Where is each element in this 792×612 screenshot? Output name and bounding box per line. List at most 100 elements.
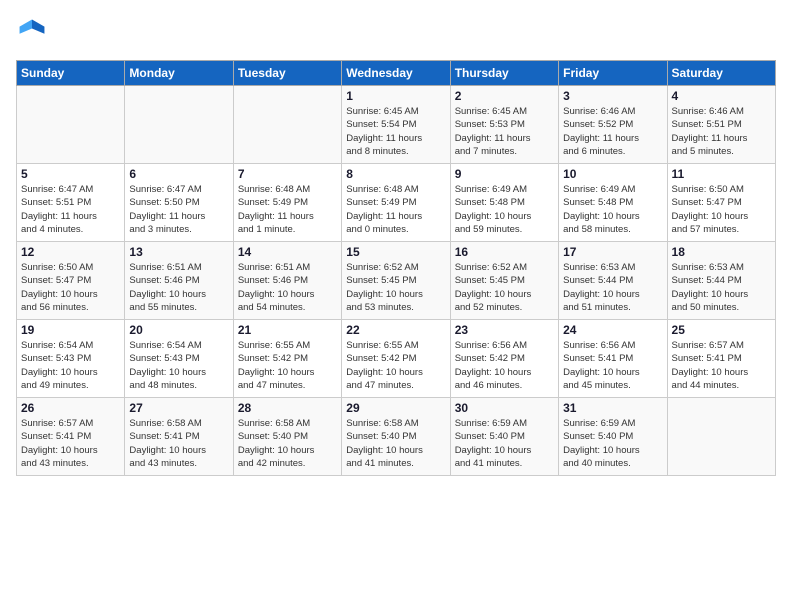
calendar-cell: 24Sunrise: 6:56 AM Sunset: 5:41 PM Dayli… bbox=[559, 320, 667, 398]
day-number: 11 bbox=[672, 167, 771, 181]
page-header bbox=[16, 16, 776, 48]
day-info: Sunrise: 6:56 AM Sunset: 5:41 PM Dayligh… bbox=[563, 339, 662, 392]
calendar-cell: 10Sunrise: 6:49 AM Sunset: 5:48 PM Dayli… bbox=[559, 164, 667, 242]
calendar-cell: 26 Sunrise: 6:57 AM Sunset: 5:41 PM Dayli… bbox=[17, 398, 125, 476]
day-number: 19 bbox=[21, 323, 120, 337]
day-info: Sunrise: 6:56 AM Sunset: 5:42 PM Dayligh… bbox=[455, 339, 554, 392]
day-number: 18 bbox=[672, 245, 771, 259]
calendar-cell: 25 Sunrise: 6:57 AM Sunset: 5:41 PM Dayli… bbox=[667, 320, 775, 398]
col-header-saturday: Saturday bbox=[667, 61, 775, 86]
calendar-cell: 6 Sunrise: 6:47 AM Sunset: 5:50 PM Daylig… bbox=[125, 164, 233, 242]
day-info: Sunrise: 6:58 AM Sunset: 5:40 PM Dayligh… bbox=[346, 417, 445, 470]
day-info: Sunrise: 6:48 AM Sunset: 5:49 PM Dayligh… bbox=[238, 183, 337, 236]
calendar-cell: 27 Sunrise: 6:58 AM Sunset: 5:41 PM Dayli… bbox=[125, 398, 233, 476]
calendar-cell bbox=[125, 86, 233, 164]
col-header-thursday: Thursday bbox=[450, 61, 558, 86]
col-header-friday: Friday bbox=[559, 61, 667, 86]
day-number: 21 bbox=[238, 323, 337, 337]
day-info: Sunrise: 6:48 AM Sunset: 5:49 PM Dayligh… bbox=[346, 183, 445, 236]
day-number: 20 bbox=[129, 323, 228, 337]
day-info: Sunrise: 6:47 AM Sunset: 5:51 PM Dayligh… bbox=[21, 183, 120, 236]
day-info: Sunrise: 6:45 AM Sunset: 5:53 PM Dayligh… bbox=[455, 105, 554, 158]
calendar-cell: 16Sunrise: 6:52 AM Sunset: 5:45 PM Dayli… bbox=[450, 242, 558, 320]
day-info: Sunrise: 6:51 AM Sunset: 5:46 PM Dayligh… bbox=[129, 261, 228, 314]
calendar-cell: 29Sunrise: 6:58 AM Sunset: 5:40 PM Dayli… bbox=[342, 398, 450, 476]
day-info: Sunrise: 6:53 AM Sunset: 5:44 PM Dayligh… bbox=[563, 261, 662, 314]
day-info: Sunrise: 6:59 AM Sunset: 5:40 PM Dayligh… bbox=[455, 417, 554, 470]
day-info: Sunrise: 6:59 AM Sunset: 5:40 PM Dayligh… bbox=[563, 417, 662, 470]
day-number: 9 bbox=[455, 167, 554, 181]
day-number: 28 bbox=[238, 401, 337, 415]
calendar-week-row: 1 Sunrise: 6:45 AM Sunset: 5:54 PM Daylig… bbox=[17, 86, 776, 164]
day-number: 23 bbox=[455, 323, 554, 337]
day-number: 3 bbox=[563, 89, 662, 103]
day-info: Sunrise: 6:46 AM Sunset: 5:52 PM Dayligh… bbox=[563, 105, 662, 158]
day-number: 30 bbox=[455, 401, 554, 415]
calendar-cell: 20 Sunrise: 6:54 AM Sunset: 5:43 PM Dayli… bbox=[125, 320, 233, 398]
calendar-cell: 11 Sunrise: 6:50 AM Sunset: 5:47 PM Dayli… bbox=[667, 164, 775, 242]
day-info: Sunrise: 6:52 AM Sunset: 5:45 PM Dayligh… bbox=[346, 261, 445, 314]
calendar-cell: 3 Sunrise: 6:46 AM Sunset: 5:52 PM Daylig… bbox=[559, 86, 667, 164]
day-number: 15 bbox=[346, 245, 445, 259]
day-info: Sunrise: 6:47 AM Sunset: 5:50 PM Dayligh… bbox=[129, 183, 228, 236]
day-number: 26 bbox=[21, 401, 120, 415]
calendar-cell bbox=[667, 398, 775, 476]
calendar-cell: 7 Sunrise: 6:48 AM Sunset: 5:49 PM Daylig… bbox=[233, 164, 341, 242]
day-number: 7 bbox=[238, 167, 337, 181]
day-info: Sunrise: 6:57 AM Sunset: 5:41 PM Dayligh… bbox=[21, 417, 120, 470]
calendar-week-row: 19 Sunrise: 6:54 AM Sunset: 5:43 PM Dayli… bbox=[17, 320, 776, 398]
calendar-cell: 21Sunrise: 6:55 AM Sunset: 5:42 PM Dayli… bbox=[233, 320, 341, 398]
calendar-cell: 23 Sunrise: 6:56 AM Sunset: 5:42 PM Dayli… bbox=[450, 320, 558, 398]
col-header-wednesday: Wednesday bbox=[342, 61, 450, 86]
day-info: Sunrise: 6:50 AM Sunset: 5:47 PM Dayligh… bbox=[672, 183, 771, 236]
col-header-tuesday: Tuesday bbox=[233, 61, 341, 86]
calendar-cell: 30 Sunrise: 6:59 AM Sunset: 5:40 PM Dayli… bbox=[450, 398, 558, 476]
calendar-cell bbox=[233, 86, 341, 164]
calendar-cell: 1 Sunrise: 6:45 AM Sunset: 5:54 PM Daylig… bbox=[342, 86, 450, 164]
day-info: Sunrise: 6:51 AM Sunset: 5:46 PM Dayligh… bbox=[238, 261, 337, 314]
calendar-cell: 8Sunrise: 6:48 AM Sunset: 5:49 PM Daylig… bbox=[342, 164, 450, 242]
day-info: Sunrise: 6:55 AM Sunset: 5:42 PM Dayligh… bbox=[346, 339, 445, 392]
calendar-cell: 28 Sunrise: 6:58 AM Sunset: 5:40 PM Dayli… bbox=[233, 398, 341, 476]
calendar-cell: 4 Sunrise: 6:46 AM Sunset: 5:51 PM Daylig… bbox=[667, 86, 775, 164]
day-number: 12 bbox=[21, 245, 120, 259]
day-info: Sunrise: 6:46 AM Sunset: 5:51 PM Dayligh… bbox=[672, 105, 771, 158]
col-header-sunday: Sunday bbox=[17, 61, 125, 86]
day-info: Sunrise: 6:50 AM Sunset: 5:47 PM Dayligh… bbox=[21, 261, 120, 314]
calendar-week-row: 26 Sunrise: 6:57 AM Sunset: 5:41 PM Dayli… bbox=[17, 398, 776, 476]
calendar-cell: 13 Sunrise: 6:51 AM Sunset: 5:46 PM Dayli… bbox=[125, 242, 233, 320]
calendar-cell: 14Sunrise: 6:51 AM Sunset: 5:46 PM Dayli… bbox=[233, 242, 341, 320]
calendar-cell: 15 Sunrise: 6:52 AM Sunset: 5:45 PM Dayli… bbox=[342, 242, 450, 320]
day-info: Sunrise: 6:45 AM Sunset: 5:54 PM Dayligh… bbox=[346, 105, 445, 158]
day-info: Sunrise: 6:54 AM Sunset: 5:43 PM Dayligh… bbox=[21, 339, 120, 392]
calendar-week-row: 12 Sunrise: 6:50 AM Sunset: 5:47 PM Dayli… bbox=[17, 242, 776, 320]
day-number: 4 bbox=[672, 89, 771, 103]
day-info: Sunrise: 6:53 AM Sunset: 5:44 PM Dayligh… bbox=[672, 261, 771, 314]
day-number: 17 bbox=[563, 245, 662, 259]
calendar-cell: 9 Sunrise: 6:49 AM Sunset: 5:48 PM Daylig… bbox=[450, 164, 558, 242]
day-number: 13 bbox=[129, 245, 228, 259]
calendar-cell: 17 Sunrise: 6:53 AM Sunset: 5:44 PM Dayli… bbox=[559, 242, 667, 320]
calendar-cell: 5Sunrise: 6:47 AM Sunset: 5:51 PM Daylig… bbox=[17, 164, 125, 242]
logo bbox=[16, 16, 52, 48]
col-header-monday: Monday bbox=[125, 61, 233, 86]
day-number: 6 bbox=[129, 167, 228, 181]
day-number: 27 bbox=[129, 401, 228, 415]
calendar-cell: 19 Sunrise: 6:54 AM Sunset: 5:43 PM Dayli… bbox=[17, 320, 125, 398]
day-info: Sunrise: 6:58 AM Sunset: 5:40 PM Dayligh… bbox=[238, 417, 337, 470]
calendar-header-row: SundayMondayTuesdayWednesdayThursdayFrid… bbox=[17, 61, 776, 86]
calendar-cell: 18 Sunrise: 6:53 AM Sunset: 5:44 PM Dayli… bbox=[667, 242, 775, 320]
calendar-week-row: 5Sunrise: 6:47 AM Sunset: 5:51 PM Daylig… bbox=[17, 164, 776, 242]
day-number: 25 bbox=[672, 323, 771, 337]
day-info: Sunrise: 6:57 AM Sunset: 5:41 PM Dayligh… bbox=[672, 339, 771, 392]
day-info: Sunrise: 6:54 AM Sunset: 5:43 PM Dayligh… bbox=[129, 339, 228, 392]
logo-icon bbox=[16, 16, 48, 48]
calendar-table: SundayMondayTuesdayWednesdayThursdayFrid… bbox=[16, 60, 776, 476]
calendar-cell: 22 Sunrise: 6:55 AM Sunset: 5:42 PM Dayli… bbox=[342, 320, 450, 398]
day-info: Sunrise: 6:58 AM Sunset: 5:41 PM Dayligh… bbox=[129, 417, 228, 470]
day-info: Sunrise: 6:49 AM Sunset: 5:48 PM Dayligh… bbox=[455, 183, 554, 236]
calendar-cell: 12 Sunrise: 6:50 AM Sunset: 5:47 PM Dayli… bbox=[17, 242, 125, 320]
day-number: 16 bbox=[455, 245, 554, 259]
day-number: 22 bbox=[346, 323, 445, 337]
day-number: 1 bbox=[346, 89, 445, 103]
